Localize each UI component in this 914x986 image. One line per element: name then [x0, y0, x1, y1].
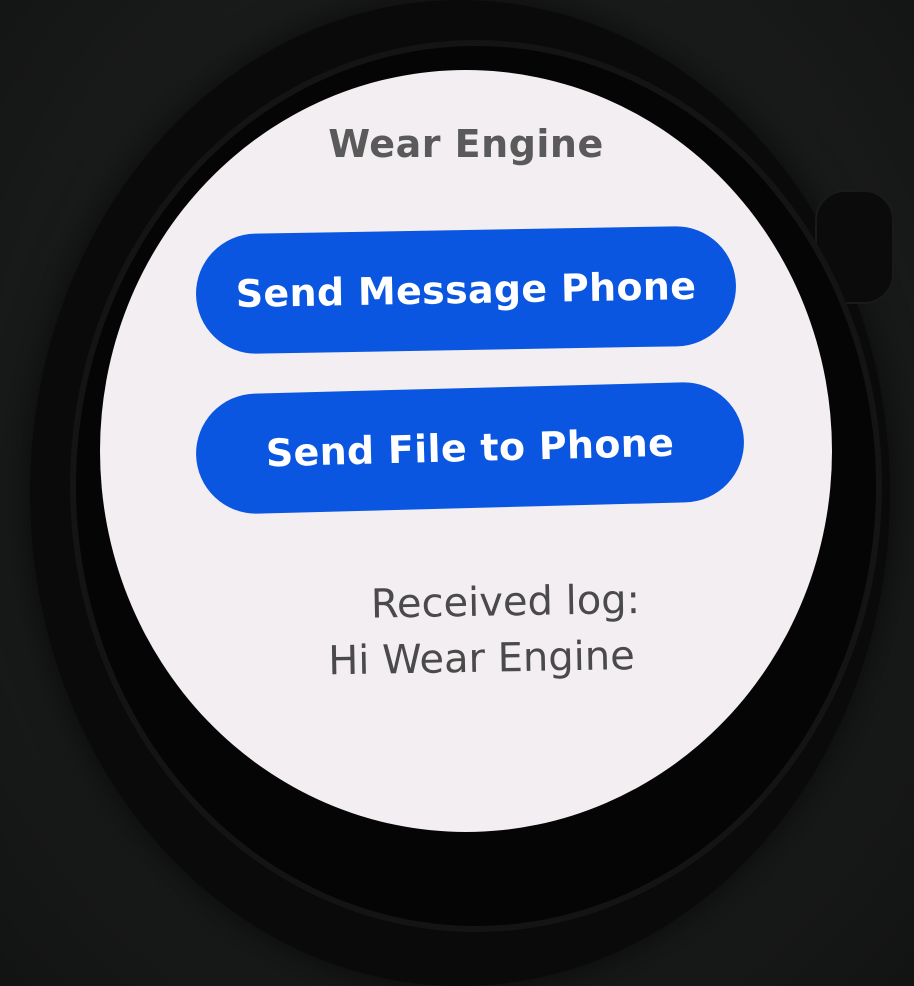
app-title: Wear Engine	[328, 122, 604, 166]
send-message-phone-button[interactable]: Send Message Phone	[194, 225, 738, 355]
watch-screen: Wear Engine Send Message Phone Send File…	[100, 70, 832, 832]
send-message-phone-label: Send Message Phone	[235, 263, 697, 317]
send-file-to-phone-button[interactable]: Send File to Phone	[194, 380, 746, 516]
received-log: Received log: Hi Wear Engine	[100, 569, 832, 694]
send-file-to-phone-label: Send File to Phone	[265, 420, 675, 476]
received-log-message: Hi Wear Engine	[327, 633, 636, 685]
